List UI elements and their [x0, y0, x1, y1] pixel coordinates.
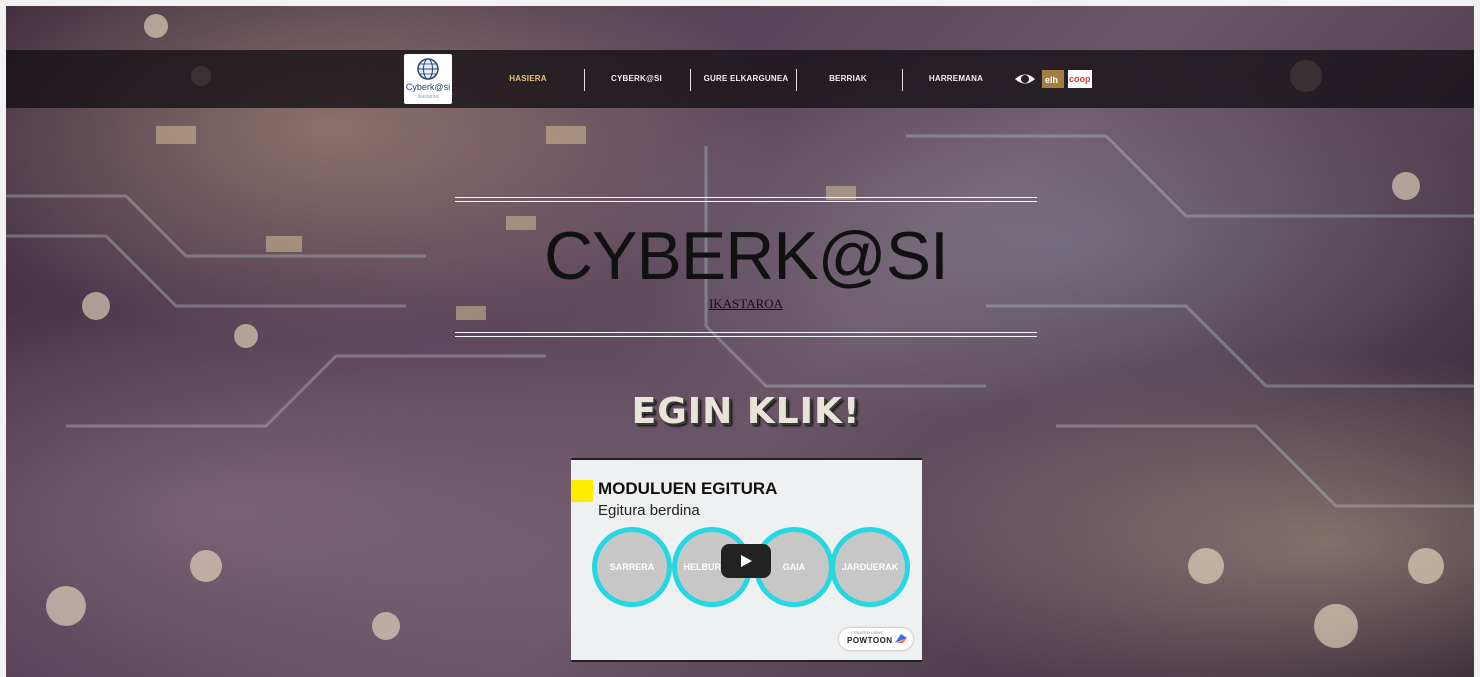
nav-item-hasiera[interactable]: HASIERA [498, 72, 558, 86]
step-label: JARDUERAK [841, 562, 899, 572]
play-icon [741, 555, 752, 567]
svg-text:elh: elh [1045, 75, 1058, 85]
main-menu: HASIERA CYBERK@SI GURE ELKARGUNEA BERRIA… [6, 50, 1106, 108]
nav-separator [584, 69, 585, 91]
powtoon-logo-icon [895, 634, 907, 643]
nav-item-berriak[interactable]: BERRIAK [818, 72, 878, 86]
nav-separator [902, 69, 903, 91]
eye-logo-icon[interactable] [1014, 70, 1036, 88]
nav-item-gure-elkargunea[interactable]: GURE ELKARGUNEA [696, 72, 796, 86]
step-circle-jarduerak: JARDUERAK [835, 532, 905, 602]
powtoon-brand-label: POWTOON [847, 636, 893, 645]
nav-item-cyberkasi[interactable]: CYBERK@SI [604, 72, 669, 86]
step-circle-sarrera: SARRERA [597, 532, 667, 602]
cta-heading: EGIN KLIK! [631, 391, 861, 432]
nav-item-harremana[interactable]: HARREMANA [921, 72, 991, 86]
hero-subtitle-link[interactable]: IKASTAROA [455, 296, 1037, 312]
video-subtitle: Egitura berdina [598, 502, 700, 519]
elh-logo-icon[interactable]: elh [1042, 70, 1064, 88]
hero-background: Cyberk@si ikastaroa HASIERA CYBERK@SI GU… [6, 6, 1474, 677]
nav-separator [796, 69, 797, 91]
divider-top [455, 197, 1037, 198]
divider-bottom [455, 332, 1037, 333]
nav-separator [690, 69, 691, 91]
step-label: GAIA [782, 562, 806, 572]
top-navigation-bar: Cyberk@si ikastaroa HASIERA CYBERK@SI GU… [6, 50, 1474, 108]
play-button[interactable] [721, 544, 771, 578]
yellow-marker [571, 480, 593, 502]
hero-title: CYBERK@SI [544, 218, 949, 294]
divider-top-inner [455, 201, 1037, 202]
video-title: MODULUEN EGITURA [598, 479, 778, 498]
svg-text:coop: coop [1069, 74, 1091, 84]
step-label: SARRERA [609, 562, 655, 572]
divider-bottom-inner [455, 336, 1037, 337]
embedded-video-player[interactable]: MODULUEN EGITURA Egitura berdina SARRERA… [571, 458, 922, 662]
coop-logo-icon[interactable]: coop [1068, 70, 1092, 88]
powtoon-badge[interactable]: CREATED USING POWTOON [839, 628, 913, 650]
powtoon-made-label: CREATED USING [851, 630, 884, 635]
